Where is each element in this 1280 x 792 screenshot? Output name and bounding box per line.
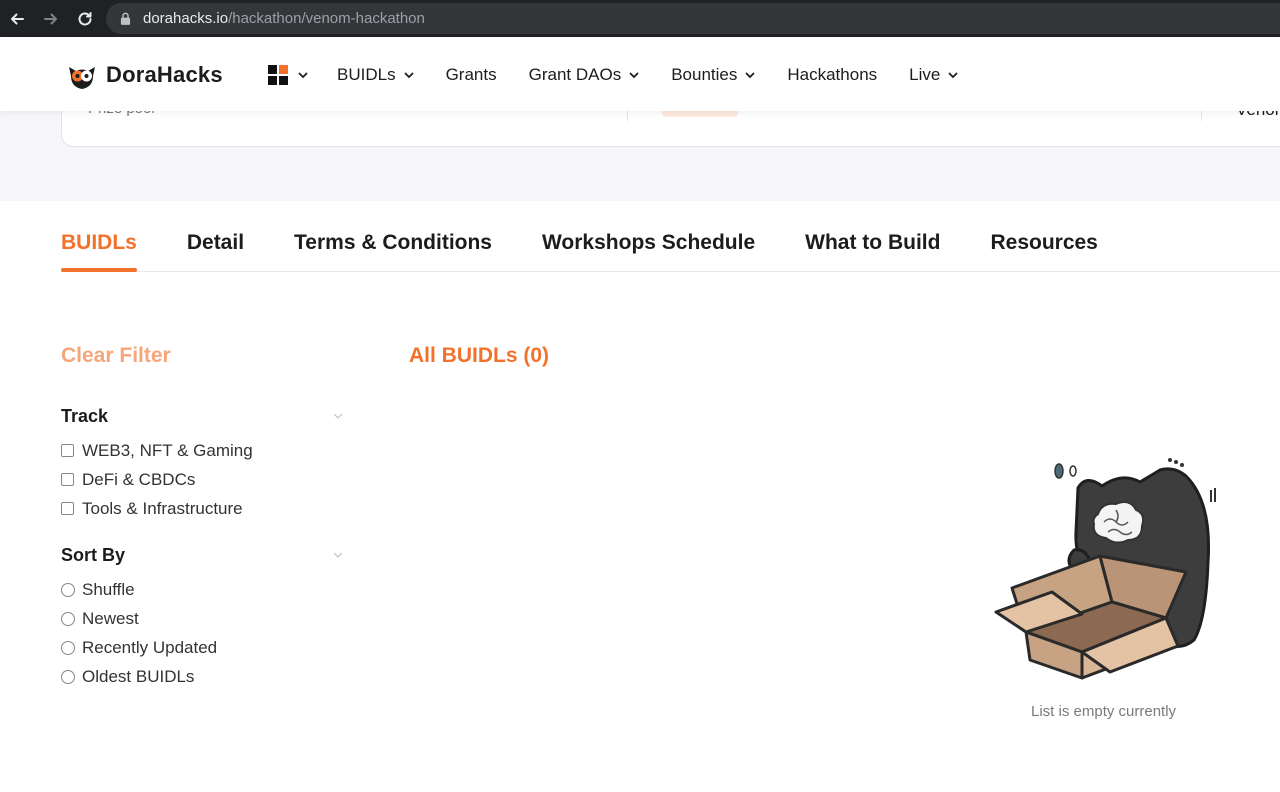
site-header: DoraHacks BUIDLs Grants Grant DAOs Bount… <box>0 38 1280 111</box>
apps-menu-button[interactable] <box>268 65 308 85</box>
sort-by-header[interactable]: Sort By <box>61 543 343 567</box>
track-filter-group: Track WEB3, NFT & Gaming DeFi & CBDCs To… <box>61 404 343 523</box>
sort-option-label: Newest <box>82 608 139 628</box>
url-path: /hackathon/venom-hackathon <box>228 10 425 27</box>
all-buidls-heading: All BUIDLs (0) <box>409 344 550 367</box>
track-option-label: WEB3, NFT & Gaming <box>82 440 253 460</box>
nav-buidls[interactable]: BUIDLs <box>337 65 414 85</box>
browser-toolbar: dorahacks.io/hackathon/venom-hackathon <box>0 0 1280 37</box>
nav-live[interactable]: Live <box>909 65 958 85</box>
nav-hackathons-label: Hackathons <box>787 64 878 84</box>
nav-bounties-label: Bounties <box>671 64 738 84</box>
track-option-label: DeFi & CBDCs <box>82 469 196 489</box>
sort-option-shuffle[interactable]: Shuffle <box>61 575 343 604</box>
chevron-down-icon <box>298 72 308 79</box>
sort-option-label: Oldest BUIDLs <box>82 666 195 686</box>
empty-box-cat-illustration <box>994 458 1216 680</box>
radio-button[interactable] <box>61 640 75 655</box>
chevron-down-icon <box>333 552 343 558</box>
sort-option-label: Recently Updated <box>82 637 218 657</box>
hackathon-tabs: BUIDLs Detail Terms & Conditions Worksho… <box>61 231 1280 272</box>
track-filter-title: Track <box>61 405 109 426</box>
nav-grants-label: Grants <box>445 64 497 84</box>
empty-state-message: List is empty currently <box>1031 703 1177 720</box>
checkbox[interactable] <box>61 444 74 457</box>
nav-buidls-label: BUIDLs <box>337 64 396 84</box>
chevron-down-icon <box>404 72 413 78</box>
brand-name: DoraHacks <box>106 62 223 87</box>
tab-detail[interactable]: Detail <box>187 231 244 271</box>
nav-grant-daos[interactable]: Grant DAOs <box>529 65 640 85</box>
track-option-tools-infrastructure[interactable]: Tools & Infrastructure <box>61 494 343 523</box>
nav-grants[interactable]: Grants <box>446 65 497 85</box>
checkbox[interactable] <box>61 473 74 486</box>
tab-terms-conditions[interactable]: Terms & Conditions <box>294 231 492 271</box>
radio-button[interactable] <box>61 611 75 626</box>
nav-live-label: Live <box>909 64 941 84</box>
nav-bounties[interactable]: Bounties <box>671 65 755 85</box>
back-arrow-icon <box>11 13 24 24</box>
sort-by-group: Sort By Shuffle Newest Recently Updated … <box>61 543 343 691</box>
tab-buidls[interactable]: BUIDLs <box>61 231 137 272</box>
clear-filter-button[interactable]: Clear Filter <box>61 344 171 368</box>
radio-button[interactable] <box>61 669 75 684</box>
url-host: dorahacks.io <box>143 10 229 27</box>
apps-grid-icon <box>268 65 288 85</box>
tab-workshops-schedule[interactable]: Workshops Schedule <box>542 231 755 271</box>
sort-option-recently-updated[interactable]: Recently Updated <box>61 633 343 662</box>
reload-button[interactable] <box>68 0 102 37</box>
sort-option-label: Shuffle <box>82 579 135 599</box>
checkbox[interactable] <box>61 502 74 515</box>
sort-by-title: Sort By <box>61 544 126 565</box>
nav-hackathons[interactable]: Hackathons <box>787 65 877 85</box>
dorahacks-owl-icon <box>69 67 95 89</box>
back-button[interactable] <box>0 0 34 37</box>
brand-logo[interactable]: DoraHacks <box>65 58 223 92</box>
forward-button[interactable] <box>34 0 68 37</box>
reload-icon <box>78 11 92 25</box>
chevron-down-icon <box>629 72 639 78</box>
chevron-down-icon <box>948 72 958 78</box>
chevron-down-icon <box>333 413 343 419</box>
track-filter-header[interactable]: Track <box>61 404 343 428</box>
tab-what-to-build[interactable]: What to Build <box>805 231 940 271</box>
track-option-defi-cbdcs[interactable]: DeFi & CBDCs <box>61 465 343 494</box>
chevron-down-icon <box>745 72 755 78</box>
url-text: dorahacks.io/hackathon/venom-hackathon <box>143 10 425 27</box>
lock-icon <box>120 12 132 26</box>
nav-grant-daos-label: Grant DAOs <box>528 64 622 84</box>
sort-option-newest[interactable]: Newest <box>61 604 343 633</box>
radio-button[interactable] <box>61 582 75 597</box>
tab-resources[interactable]: Resources <box>990 231 1097 271</box>
sort-option-oldest-buidls[interactable]: Oldest BUIDLs <box>61 662 343 691</box>
track-option-label: Tools & Infrastructure <box>82 498 243 518</box>
address-bar[interactable]: dorahacks.io/hackathon/venom-hackathon <box>106 3 1280 34</box>
forward-arrow-icon <box>44 13 57 24</box>
track-option-web3-nft-gaming[interactable]: WEB3, NFT & Gaming <box>61 436 343 465</box>
top-navigation: BUIDLs Grants Grant DAOs Bounties Hackat… <box>337 38 990 111</box>
